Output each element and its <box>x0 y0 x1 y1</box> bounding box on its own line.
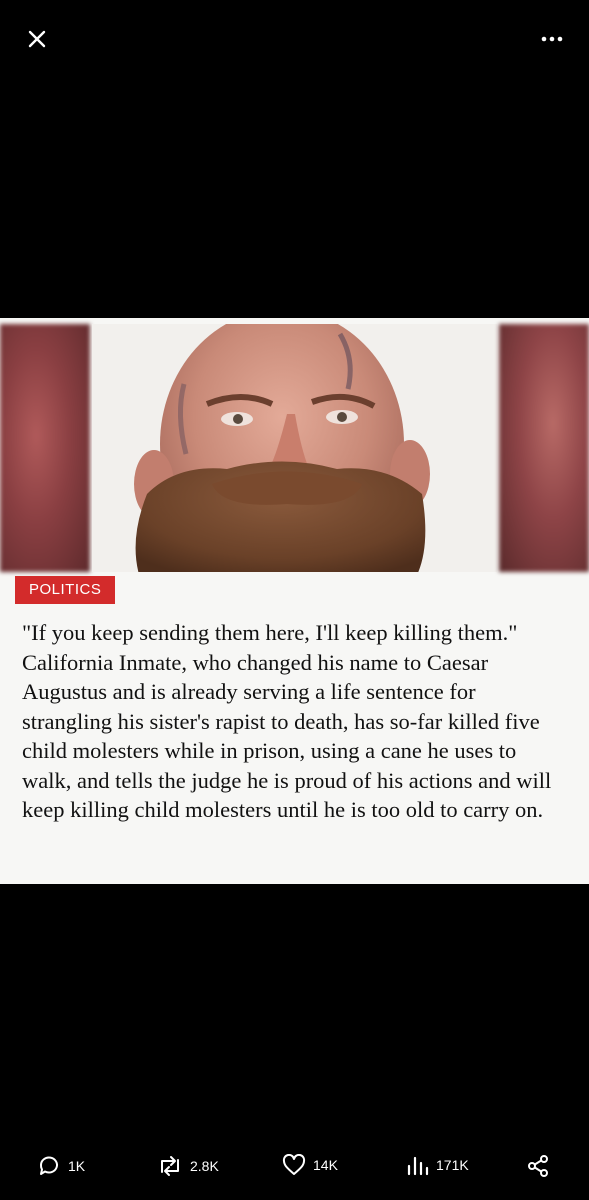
like-count: 14K <box>313 1157 338 1173</box>
reply-count: 1K <box>68 1158 86 1174</box>
repost-icon <box>161 1156 179 1176</box>
blurred-photo-left <box>0 324 90 572</box>
blurred-photo-right <box>499 324 589 572</box>
close-button[interactable] <box>20 22 54 56</box>
heart-icon <box>282 1154 306 1175</box>
post-image[interactable]: POLITICS "If you keep sending them here,… <box>0 318 589 884</box>
more-icon <box>541 36 563 42</box>
repost-count: 2.8K <box>190 1158 219 1174</box>
reply-icon <box>39 1156 58 1175</box>
photo-strip <box>0 324 589 572</box>
more-options-button[interactable] <box>535 22 569 56</box>
article-text: "If you keep sending them here, I'll kee… <box>22 620 552 822</box>
category-badge: POLITICS <box>15 576 116 604</box>
views-icon <box>407 1156 429 1176</box>
media-viewer: POLITICS "If you keep sending them here,… <box>0 0 589 1200</box>
reply-button[interactable]: 1K <box>37 1154 85 1178</box>
share-icon <box>528 1155 548 1177</box>
post-action-bar: 1K 2.8K 14K 171K <box>0 1140 589 1200</box>
share-button[interactable] <box>526 1154 550 1178</box>
mugshot-photo <box>92 324 497 572</box>
repost-button[interactable]: 2.8K <box>157 1154 219 1178</box>
view-count: 171K <box>436 1157 469 1173</box>
views-button[interactable]: 171K <box>405 1154 469 1176</box>
like-button[interactable]: 14K <box>282 1154 338 1176</box>
close-icon <box>28 30 46 48</box>
